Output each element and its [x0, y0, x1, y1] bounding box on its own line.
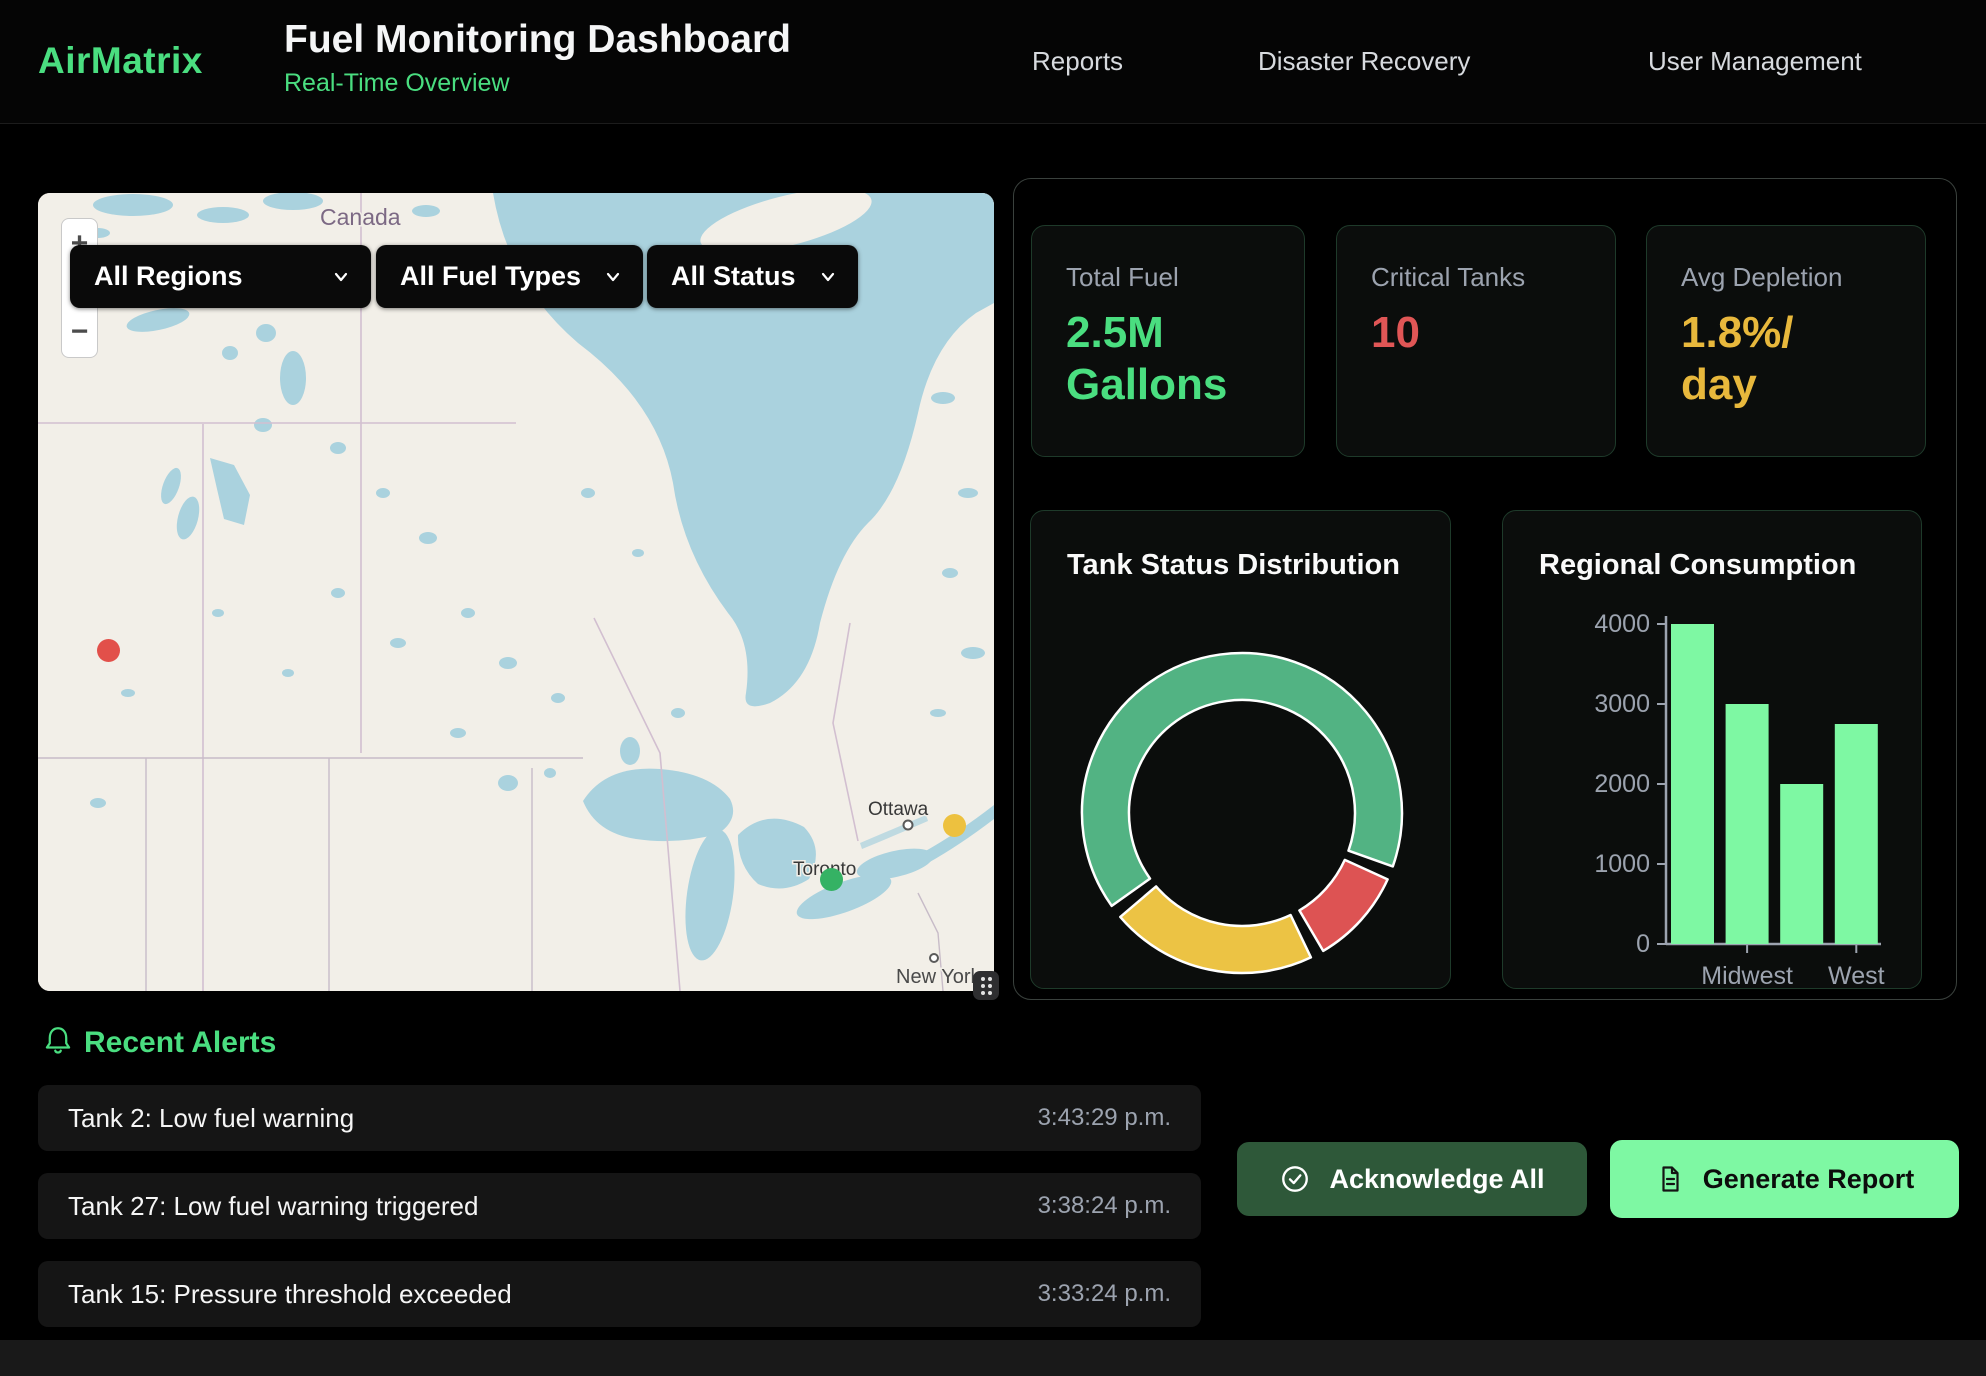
stat-card-avg-depletion: Avg Depletion 1.8%/day: [1646, 225, 1926, 457]
alert-text: Tank 2: Low fuel warning: [68, 1103, 354, 1134]
map-resize-grip-icon[interactable]: [973, 971, 999, 1000]
map-basemap: Canada Ottawa Toronto New York: [38, 193, 994, 991]
stat-card-total-fuel: Total Fuel 2.5MGallons: [1031, 225, 1305, 457]
acknowledge-all-button[interactable]: Acknowledge All: [1237, 1142, 1587, 1216]
tank-marker-warning[interactable]: [943, 814, 966, 837]
alert-time: 3:43:29 p.m.: [1038, 1104, 1171, 1132]
app-logo: AirMatrix: [38, 40, 203, 82]
stat-value: 2.5MGallons: [1066, 307, 1270, 411]
nav-user-management[interactable]: User Management: [1648, 46, 1862, 77]
chevron-down-icon: [818, 267, 838, 287]
generate-report-label: Generate Report: [1703, 1164, 1915, 1195]
page-subtitle: Real-Time Overview: [284, 69, 791, 98]
tank-marker-normal[interactable]: [820, 868, 843, 891]
y-tick-label: 4000: [1594, 610, 1650, 638]
alert-row[interactable]: Tank 15: Pressure threshold exceeded 3:3…: [38, 1261, 1201, 1327]
map-label-canada: Canada: [320, 204, 401, 230]
new-york-dot: [930, 954, 938, 962]
stat-card-critical-tanks: Critical Tanks 10: [1336, 225, 1616, 457]
region-filter-value: All Regions: [94, 261, 243, 292]
alert-row[interactable]: Tank 2: Low fuel warning 3:43:29 p.m.: [38, 1085, 1201, 1151]
alert-text: Tank 27: Low fuel warning triggered: [68, 1191, 478, 1222]
regional-consumption-chart-card: Regional Consumption 01000200030004000Mi…: [1502, 510, 1922, 989]
generate-report-button[interactable]: Generate Report: [1610, 1140, 1959, 1218]
ottawa-dot: [904, 821, 913, 830]
app-header: AirMatrix Fuel Monitoring Dashboard Real…: [0, 0, 1986, 124]
y-tick-label: 3000: [1594, 690, 1650, 718]
title-block: Fuel Monitoring Dashboard Real-Time Over…: [284, 18, 791, 98]
status-filter-dropdown[interactable]: All Status: [647, 245, 858, 308]
bar-south: [1780, 784, 1823, 944]
bar-midwest: [1726, 704, 1769, 944]
y-tick-label: 0: [1636, 930, 1650, 958]
y-tick-label: 1000: [1594, 850, 1650, 878]
map-label-new-york: New York: [896, 966, 981, 988]
acknowledge-all-label: Acknowledge All: [1329, 1164, 1544, 1195]
chevron-down-icon: [603, 267, 623, 287]
nav-reports[interactable]: Reports: [1032, 46, 1123, 77]
alert-text: Tank 15: Pressure threshold exceeded: [68, 1279, 512, 1310]
alert-time: 3:38:24 p.m.: [1038, 1192, 1171, 1220]
x-tick-label: Midwest: [1701, 962, 1793, 990]
stat-label: Avg Depletion: [1681, 262, 1891, 293]
stat-value: 1.8%/day: [1681, 307, 1891, 411]
region-filter-dropdown[interactable]: All Regions: [70, 245, 371, 308]
bar-west: [1835, 724, 1878, 944]
bottom-bar: [0, 1340, 1986, 1376]
bar-northeast: [1671, 624, 1714, 944]
x-tick-label: West: [1828, 962, 1885, 990]
check-circle-icon: [1279, 1163, 1311, 1195]
donut-segment-critical: [1299, 860, 1387, 951]
regional-consumption-bar-chart: 0 1000 2000 3000 4000 Midwest West: [1503, 511, 1923, 990]
map[interactable]: Canada Ottawa Toronto New York + −: [38, 193, 994, 991]
report-document-icon: [1655, 1164, 1685, 1194]
page-title: Fuel Monitoring Dashboard: [284, 18, 791, 62]
map-zoom-out-button[interactable]: −: [62, 315, 97, 349]
nav-disaster-recovery[interactable]: Disaster Recovery: [1258, 46, 1470, 77]
alerts-heading: Recent Alerts: [84, 1026, 276, 1060]
y-tick-label: 2000: [1594, 770, 1650, 798]
tank-status-donut-chart: [1062, 638, 1422, 988]
fuel-type-filter-dropdown[interactable]: All Fuel Types: [376, 245, 643, 308]
donut-segment-warning: [1120, 886, 1311, 973]
alert-row[interactable]: Tank 27: Low fuel warning triggered 3:38…: [38, 1173, 1201, 1239]
stat-label: Critical Tanks: [1371, 262, 1581, 293]
fuel-type-filter-value: All Fuel Types: [400, 261, 581, 292]
status-filter-value: All Status: [671, 261, 796, 292]
donut-chart-title: Tank Status Distribution: [1067, 549, 1400, 582]
bell-icon: [42, 1024, 74, 1056]
chevron-down-icon: [331, 267, 351, 287]
stat-value: 10: [1371, 307, 1581, 359]
tank-marker-critical[interactable]: [97, 639, 120, 662]
map-label-ottawa: Ottawa: [868, 799, 929, 820]
stat-label: Total Fuel: [1066, 262, 1270, 293]
alert-time: 3:33:24 p.m.: [1038, 1280, 1171, 1308]
tank-status-chart-card: Tank Status Distribution: [1030, 510, 1451, 989]
